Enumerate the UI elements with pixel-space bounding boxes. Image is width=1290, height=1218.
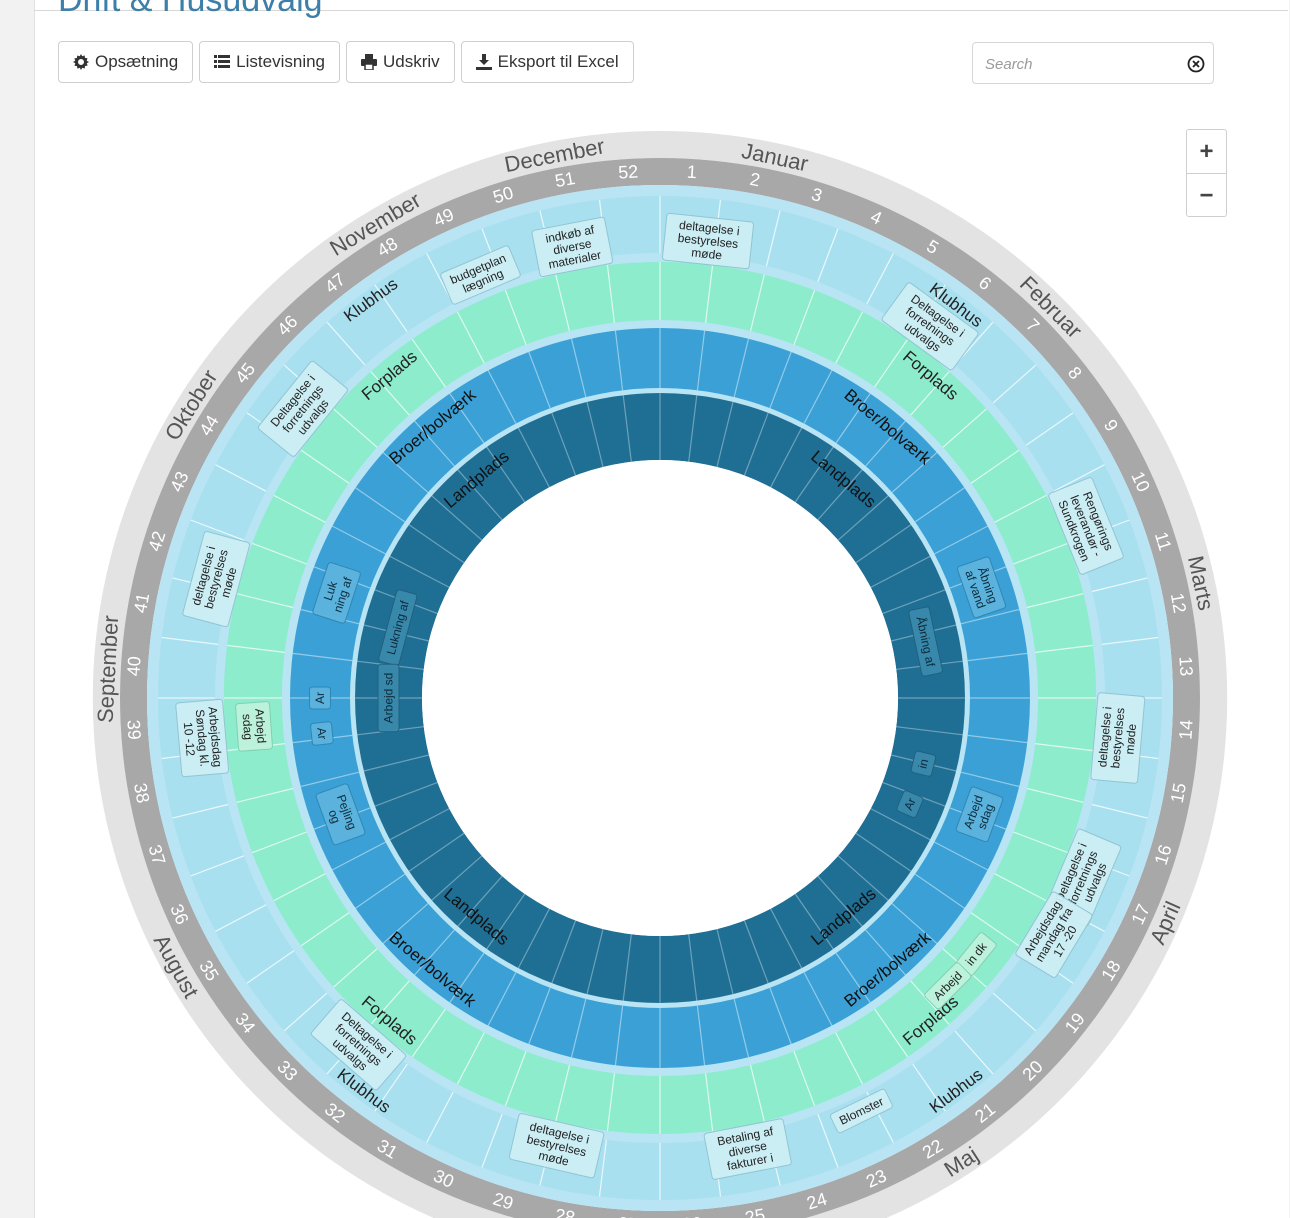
event-card-text: Ar <box>313 692 327 704</box>
week-number: 1 <box>686 162 697 183</box>
wheel-center <box>422 460 898 936</box>
week-number: 51 <box>553 168 576 191</box>
year-wheel: JanuarFebruarMartsAprilMajAugustSeptembe… <box>93 131 1227 1218</box>
week-number: 40 <box>123 656 144 677</box>
week-number: 13 <box>1175 656 1196 677</box>
week-number: 39 <box>123 719 144 740</box>
week-number: 27 <box>618 1213 639 1218</box>
event-card[interactable]: Ar <box>309 686 331 710</box>
event-card[interactable]: Arbejdsdag <box>235 701 273 752</box>
week-number: 14 <box>1175 719 1196 740</box>
event-card-text: Arbejd sd <box>382 673 396 724</box>
week-number: 28 <box>553 1205 576 1218</box>
week-number: 12 <box>1167 591 1190 614</box>
week-number: 52 <box>618 161 639 182</box>
week-number: 41 <box>130 591 153 614</box>
event-card-text: 10 -12 <box>181 722 198 757</box>
event-card[interactable]: Arbejd sd <box>377 663 400 733</box>
event-card[interactable]: ArbejdsdagSøndag kl.10 -12 <box>175 698 230 778</box>
event-card-text: møde <box>1122 723 1139 755</box>
event-card[interactable]: in <box>910 750 937 777</box>
event-card[interactable]: deltagelse ibestyrelsesmøde <box>1090 692 1146 784</box>
week-number: 26 <box>681 1213 702 1218</box>
event-card[interactable]: Ar <box>310 721 334 746</box>
event-card[interactable]: deltagelse ibestyrelsesmøde <box>661 212 755 270</box>
week-number: 25 <box>743 1205 766 1218</box>
week-number: 15 <box>1167 781 1190 804</box>
event-card-text: Ar <box>314 727 329 740</box>
week-number: 38 <box>130 781 153 804</box>
event-card-text: sdag <box>240 713 256 740</box>
